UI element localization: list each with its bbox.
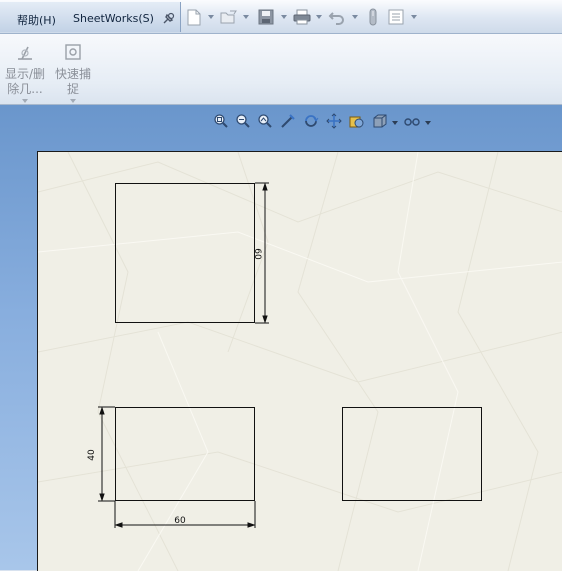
new-document-icon[interactable] <box>184 7 204 27</box>
dimension-top-height[interactable]: 60 <box>252 248 262 260</box>
quick-snaps-button[interactable]: 快速捕 捉 <box>51 43 95 103</box>
save-icon[interactable] <box>256 7 276 27</box>
menu-help[interactable]: 帮助(H) <box>17 12 56 28</box>
undo-dropdown-icon[interactable] <box>352 15 358 19</box>
save-dropdown-icon[interactable] <box>281 15 287 19</box>
menu-sheetworks[interactable]: SheetWorks(S) <box>73 12 154 25</box>
pin-icon[interactable] <box>158 9 178 29</box>
quick-snaps-line2: 捉 <box>66 82 79 96</box>
dimension-layer: 60 40 60 <box>87 182 269 528</box>
view-orientation-icon[interactable] <box>348 112 366 130</box>
open-dropdown-icon[interactable] <box>243 15 249 19</box>
print-icon[interactable] <box>292 7 312 27</box>
hide-show-items-icon[interactable] <box>403 112 421 130</box>
quick-snaps-dropdown-icon[interactable] <box>70 99 76 103</box>
open-folder-icon[interactable] <box>219 7 239 27</box>
undo-icon[interactable] <box>327 7 347 27</box>
display-delete-relations-button[interactable]: 显示/删 除几... <box>3 43 47 103</box>
hide-show-dropdown-icon[interactable] <box>425 121 431 125</box>
options-dropdown-icon[interactable] <box>411 15 417 19</box>
select-icon[interactable] <box>363 7 383 27</box>
quick-snaps-icon <box>65 44 81 60</box>
display-delete-relations-icon <box>18 46 32 60</box>
command-manager: 显示/删 除几... 快速捕 捉 <box>0 34 562 105</box>
sketch-tools-icon[interactable] <box>279 112 297 130</box>
graphics-area[interactable]: 60 40 60 <box>0 105 562 571</box>
dimension-bottom-height[interactable]: 40 <box>87 449 97 461</box>
pan-icon[interactable] <box>325 112 343 130</box>
rotate-icon[interactable] <box>302 112 320 130</box>
zoom-in-out-icon[interactable] <box>256 112 274 130</box>
menu-bar: 帮助(H) SheetWorks(S) <box>0 0 562 34</box>
dimension-bottom-width[interactable]: 60 <box>174 516 186 526</box>
drawing-sheet[interactable]: 60 40 60 <box>37 151 562 571</box>
print-dropdown-icon[interactable] <box>316 15 322 19</box>
display-delete-line2: 除几... <box>7 82 43 96</box>
display-style-dropdown-icon[interactable] <box>392 121 398 125</box>
display-delete-line1: 显示/删 <box>4 67 46 81</box>
display-style-icon[interactable] <box>371 112 389 130</box>
menu-area: 帮助(H) SheetWorks(S) <box>0 2 181 32</box>
zoom-to-area-icon[interactable] <box>234 112 252 130</box>
zoom-to-fit-icon[interactable] <box>212 112 230 130</box>
options-icon[interactable] <box>386 7 406 27</box>
heads-up-view-toolbar <box>212 112 442 134</box>
quick-snaps-line1: 快速捕 <box>54 67 91 81</box>
display-delete-dropdown-icon[interactable] <box>22 99 28 103</box>
new-dropdown-icon[interactable] <box>208 15 214 19</box>
